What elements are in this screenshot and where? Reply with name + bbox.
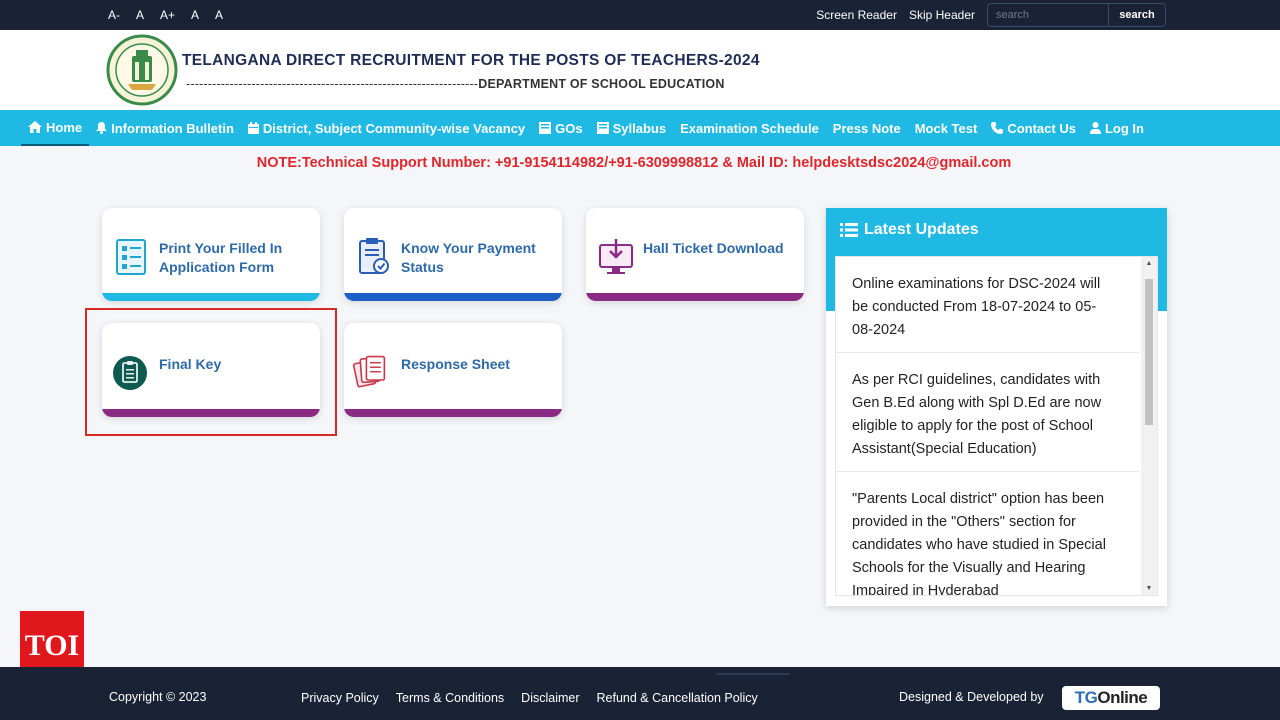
updates-scrollbar[interactable]: ▲ ▼ [1141, 257, 1157, 595]
scroll-up-arrow-icon[interactable]: ▲ [1145, 260, 1153, 267]
nav-gos[interactable]: GOs [532, 110, 589, 146]
final-key-highlight-box [85, 308, 337, 436]
nav-information-bulletin-label: Information Bulletin [111, 120, 234, 136]
page-title: TELANGANA DIRECT RECRUITMENT FOR THE POS… [182, 52, 760, 69]
hall-ticket-label: Hall Ticket Download [643, 240, 784, 256]
nav-syllabus[interactable]: Syllabus [590, 110, 673, 146]
nav-contact-us-label: Contact Us [1007, 120, 1076, 136]
department-name: DEPARTMENT OF SCHOOL EDUCATION [478, 77, 725, 91]
card-accent-bar [102, 293, 320, 301]
book-icon [596, 122, 609, 134]
theme-light-button[interactable]: A [191, 8, 199, 22]
list-item: As per RCI guidelines, candidates with G… [836, 353, 1139, 472]
font-normal-button[interactable]: A [136, 8, 144, 22]
nav-press-note[interactable]: Press Note [826, 110, 908, 146]
tgonline-logo[interactable]: TG Online [1062, 686, 1160, 710]
user-icon [1089, 122, 1101, 134]
home-icon [28, 121, 42, 133]
payment-status-label: Know Your Payment Status [401, 240, 536, 275]
list-icon [840, 223, 858, 237]
nav-vacancy[interactable]: District, Subject Community-wise Vacancy [241, 110, 532, 146]
copyright-text: Copyright © 2023 [109, 690, 207, 704]
nav-syllabus-label: Syllabus [612, 120, 667, 136]
updates-list[interactable]: Online examinations for DSC-2024 will be… [835, 256, 1158, 596]
nav-home-label: Home [46, 119, 83, 135]
support-note: NOTE:Technical Support Number: +91-91541… [256, 155, 1012, 171]
top-right-controls: Screen Reader Skip Header search [816, 3, 1166, 27]
nav-log-in-label: Log In [1104, 120, 1144, 136]
latest-updates-panel: Latest Updates Online examinations for D… [826, 208, 1167, 606]
footer-links: Privacy Policy Terms & Conditions Discla… [301, 691, 775, 705]
form-list-icon [116, 239, 146, 275]
subtitle-dashes: ----------------------------------------… [186, 77, 479, 91]
nav-home[interactable]: Home [21, 110, 90, 146]
nav-examination-schedule-label: Examination Schedule [680, 120, 819, 136]
nav-vacancy-label: District, Subject Community-wise Vacancy [262, 120, 526, 136]
designed-by-text: Designed & Developed by [899, 690, 1044, 704]
print-application-label: Print Your Filled In Application Form [159, 240, 283, 275]
documents-icon [352, 355, 386, 388]
payment-status-card[interactable]: Know Your Payment Status [344, 208, 562, 301]
phone-icon [991, 122, 1004, 134]
site-header: TELANGANA DIRECT RECRUITMENT FOR THE POS… [0, 30, 1280, 110]
telangana-emblem-logo [106, 34, 178, 106]
footer-divider [716, 673, 790, 675]
payment-status-icon [359, 238, 389, 274]
refund-policy-link[interactable]: Refund & Cancellation Policy [597, 691, 758, 705]
disclaimer-link[interactable]: Disclaimer [521, 691, 579, 705]
nav-mock-test-label: Mock Test [914, 120, 978, 136]
nav-log-in[interactable]: Log In [1083, 110, 1151, 146]
terms-conditions-link[interactable]: Terms & Conditions [396, 691, 504, 705]
scroll-down-arrow-icon[interactable]: ▼ [1145, 585, 1153, 592]
latest-updates-title: Latest Updates [840, 221, 979, 239]
main-nav: Home Information Bulletin District, Subj… [0, 110, 1280, 146]
search-input[interactable] [987, 3, 1109, 27]
search-button[interactable]: search [1109, 3, 1166, 27]
nav-mock-test[interactable]: Mock Test [908, 110, 985, 146]
list-item: "Parents Local district" option has been… [836, 472, 1139, 595]
top-bar: A- A A+ A A Screen Reader Skip Header se… [0, 0, 1280, 30]
card-accent-bar [344, 293, 562, 301]
font-increase-button[interactable]: A+ [160, 8, 175, 22]
book-icon [539, 122, 552, 134]
list-item: Online examinations for DSC-2024 will be… [836, 257, 1139, 353]
privacy-policy-link[interactable]: Privacy Policy [301, 691, 379, 705]
scrollbar-thumb[interactable] [1145, 279, 1153, 425]
nav-contact-us[interactable]: Contact Us [984, 110, 1083, 146]
card-accent-bar [344, 409, 562, 417]
print-application-card[interactable]: Print Your Filled In Application Form [102, 208, 320, 301]
department-subtitle: ----------------------------------------… [186, 77, 725, 91]
bell-icon [96, 122, 108, 134]
calendar-icon [247, 122, 259, 134]
nav-gos-label: GOs [555, 120, 583, 136]
latest-updates-title-text: Latest Updates [864, 221, 979, 238]
hall-ticket-card[interactable]: Hall Ticket Download [586, 208, 804, 301]
nav-information-bulletin[interactable]: Information Bulletin [89, 110, 241, 146]
screen-reader-link[interactable]: Screen Reader [816, 8, 897, 22]
font-decrease-button[interactable]: A- [108, 8, 120, 22]
theme-dark-button[interactable]: A [215, 8, 223, 22]
skip-header-link[interactable]: Skip Header [909, 8, 975, 22]
site-footer: Copyright © 2023 Privacy Policy Terms & … [0, 667, 1280, 720]
nav-press-note-label: Press Note [832, 120, 901, 136]
download-monitor-icon [599, 239, 633, 274]
nav-examination-schedule[interactable]: Examination Schedule [673, 110, 826, 146]
response-sheet-label: Response Sheet [401, 356, 510, 372]
card-accent-bar [586, 293, 804, 301]
response-sheet-card[interactable]: Response Sheet [344, 323, 562, 417]
font-size-controls: A- A A+ A A [108, 8, 239, 22]
